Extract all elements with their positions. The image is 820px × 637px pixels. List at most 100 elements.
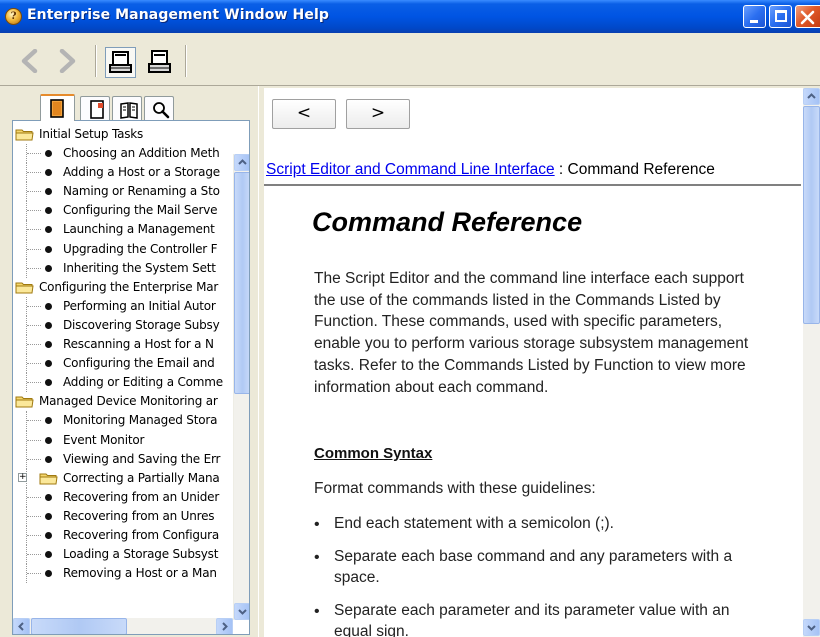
next-topic-button[interactable]: > [346,99,410,129]
tree-folder[interactable]: Initial Setup Tasks [13,125,233,144]
tree-item[interactable]: Adding or Editing a Comme [13,373,233,393]
help-window: ? Enterprise Management Window Help Init… [0,0,820,637]
tree-item[interactable]: Recovering from Configura [13,525,233,546]
tree-item[interactable]: Removing a Host or a Man [13,564,233,584]
tree-item[interactable]: Configuring the Email and [13,354,233,374]
tree-connector [27,191,41,193]
scroll-up-button[interactable] [803,88,820,105]
tree-item[interactable]: Loading a Storage Subsyst [13,545,233,565]
tree-connector [27,229,41,231]
scroll-left-button[interactable] [13,618,30,634]
tree-item[interactable]: Discovering Storage Subsy [13,315,233,336]
tree-item[interactable]: Rescanning a Host for a N [13,335,233,355]
tree-folder[interactable]: Configuring the Enterprise Mar [13,278,233,297]
tree-item[interactable]: Monitoring Managed Stora [13,411,233,431]
toolbar-separator [185,45,187,77]
tree-item-label: Recovering from an Unres [63,508,215,523]
tree-item-label: Adding or Editing a Comme [63,375,223,390]
tree-connector [27,305,41,307]
folder-icon [15,129,34,141]
tree-item[interactable]: Naming or Renaming a Sto [13,182,233,202]
tree-item[interactable]: Upgrading the Controller F [13,239,233,259]
maximize-button[interactable] [769,5,792,28]
scroll-right-button[interactable] [216,618,233,634]
content-vertical-scrollbar[interactable] [803,88,820,637]
topic-icon [45,188,52,196]
close-icon [800,10,815,25]
bullet-icon: • [314,603,320,620]
tab-search[interactable] [144,96,174,120]
scroll-thumb[interactable] [31,618,127,634]
tree-item-label: Performing an Initial Autor [63,298,216,313]
topic-icon [45,570,52,578]
tab-contents[interactable] [40,94,75,121]
expand-icon[interactable]: + [18,472,27,482]
tree-item[interactable]: Event Monitor [13,430,233,450]
tree-item-label: Inheriting the System Sett [63,260,216,275]
topic-icon [45,226,52,234]
hide-navigation-icon [109,51,132,73]
tree-item[interactable]: Launching a Management [13,220,233,240]
tree-item-label: Naming or Renaming a Sto [63,184,220,199]
topic-icon [45,417,52,425]
chevron-down-icon [807,625,816,631]
tree-folder[interactable]: + Correcting a Partially Mana [13,468,233,488]
list-item: • Separate each base command and any para… [314,546,754,588]
scroll-down-button[interactable] [803,619,820,636]
back-arrow-icon[interactable] [20,49,40,73]
tab-index[interactable] [80,96,110,120]
close-button[interactable] [795,5,820,28]
tree-item-label: Configuring the Email and [63,356,215,371]
forward-arrow-icon[interactable] [57,49,77,73]
content-pane: < > Script Editor and Command Line Inter… [264,88,820,637]
scroll-up-button[interactable] [234,154,249,171]
tree-connector [27,573,41,575]
tree-folder[interactable]: Managed Device Monitoring ar [13,392,233,411]
tree-item[interactable]: Viewing and Saving the Err [13,449,233,469]
tree-item[interactable]: Inheriting the System Sett [13,258,233,278]
tree-item-label: Correcting a Partially Mana [63,470,220,485]
breadcrumb-link[interactable]: Script Editor and Command Line Interface [266,161,555,178]
title-bar[interactable]: ? Enterprise Management Window Help [0,0,820,33]
tab-glossary[interactable] [112,96,142,120]
scroll-thumb[interactable] [803,106,820,324]
print-button[interactable] [144,47,175,78]
breadcrumb: Script Editor and Command Line Interface… [266,161,715,179]
topic-icon [45,512,52,520]
topic-icon [45,493,52,501]
tree-item[interactable]: Adding a Host or a Storage [13,163,233,183]
folder-icon [15,282,34,294]
tree-item[interactable]: Recovering from an Unres [13,506,233,526]
intro-paragraph: The Script Editor and the command line i… [314,270,749,396]
tree-connector [27,267,41,269]
minimize-button[interactable] [743,5,766,28]
list-item-text: Separate each base command and any param… [334,548,733,586]
tree-item[interactable]: Recovering from an Unider [13,487,233,507]
section-intro: Format commands with these guidelines: [314,480,596,497]
tree-connector [27,210,41,212]
topic-icon [45,302,52,310]
list-item-text: Separate each parameter and its paramete… [334,602,730,637]
tree-item[interactable]: Configuring the Mail Serve [13,201,233,221]
chevron-down-icon [238,609,247,615]
tree-horizontal-scrollbar[interactable] [13,618,233,634]
glossary-icon [120,102,138,119]
navigation-pane: Initial Setup Tasks Choosing an Addition … [0,86,258,637]
hide-navigation-button[interactable] [105,47,136,78]
tree-item-label: Monitoring Managed Stora [63,413,218,428]
tree-vertical-scrollbar[interactable] [233,154,249,620]
topic-icon [45,360,52,368]
chevron-up-icon [807,93,816,99]
tree-item-label: Event Monitor [63,432,145,447]
previous-topic-button[interactable]: < [272,99,336,129]
tree-item-label: Choosing an Addition Meth [63,146,220,161]
bullet-icon: • [314,516,320,533]
page-title: Command Reference [312,207,583,237]
scroll-thumb[interactable] [234,172,249,394]
tree-item[interactable]: Performing an Initial Autor [13,296,233,316]
tree-item[interactable]: Choosing an Addition Meth [13,144,233,164]
topic-icon [45,207,52,215]
tree-connector [27,344,41,346]
scroll-down-button[interactable] [234,603,249,620]
topic-icon [45,321,52,329]
